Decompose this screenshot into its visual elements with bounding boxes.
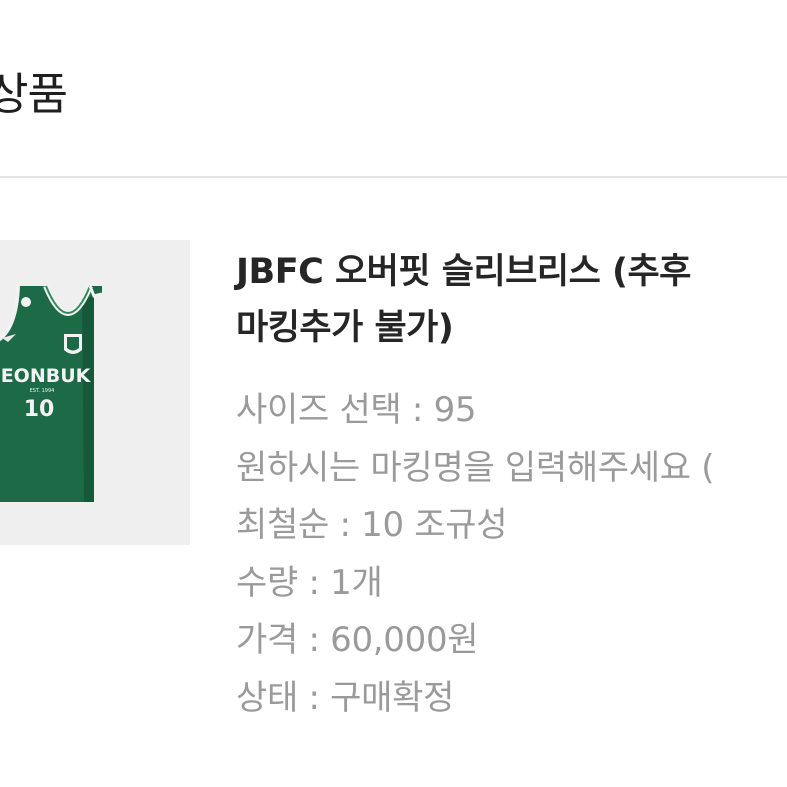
jersey-sub-text: EST. 1994	[30, 388, 55, 394]
detail-quantity: 수량 : 1개	[236, 562, 383, 603]
section-title: 상품	[0, 69, 68, 120]
jersey-chest-text: JEONBUK	[0, 365, 92, 387]
jersey-number: 10	[24, 397, 55, 422]
jersey-image-icon: JEONBUK EST. 1994 10	[0, 284, 103, 502]
section-divider	[0, 176, 787, 178]
product-title[interactable]: JBFC 오버핏 슬리브리스 (추후 마킹추가 불가)	[236, 244, 787, 356]
product-thumbnail[interactable]: JEONBUK EST. 1994 10	[0, 240, 190, 545]
product-title-line2: 마킹추가 불가)	[236, 308, 454, 348]
detail-price: 가격 : 60,000원	[236, 620, 479, 660]
detail-size: 사이즈 선택 : 95	[236, 390, 477, 430]
detail-marking-request: 원하시는 마킹명을 입력해주세요 (	[236, 447, 715, 488]
product-title-line1: JBFC 오버핏 슬리브리스 (추후	[236, 252, 691, 292]
detail-status: 상태 : 구매확정	[236, 677, 455, 718]
product-detail-list: 사이즈 선택 : 95 원하시는 마킹명을 입력해주세요 ( 최철순 : 10 …	[236, 382, 715, 727]
detail-marking-name: 최철순 : 10 조규성	[236, 505, 508, 545]
order-item-page: 상품 JEONBUK EST. 1994 10 JBFC 오버핏 슬리브리스 (…	[0, 0, 787, 787]
